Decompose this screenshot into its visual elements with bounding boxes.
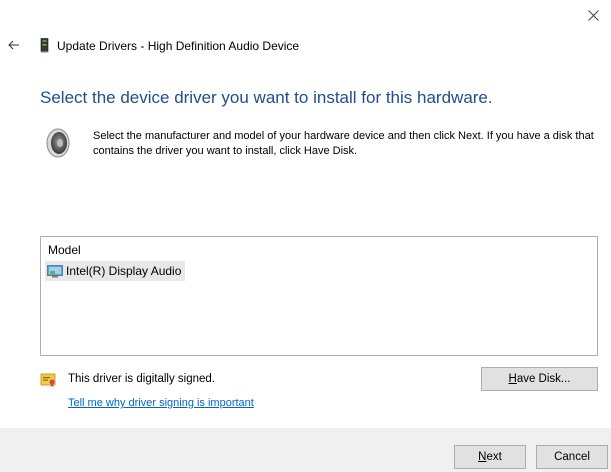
close-button[interactable] [581, 4, 605, 26]
have-disk-label: ave Disk... [516, 373, 571, 385]
display-audio-icon [47, 265, 63, 278]
list-item-label: Intel(R) Display Audio [66, 264, 182, 278]
driver-signed-status: This driver is digitally signed. [68, 373, 216, 385]
digital-signature-icon [40, 373, 56, 387]
next-mnemonic: N [478, 451, 487, 463]
cancel-button[interactable]: Cancel [536, 445, 608, 469]
driver-signing-info-link[interactable]: Tell me why driver signing is important [68, 397, 254, 409]
audio-device-icon [40, 38, 49, 53]
page-heading: Select the device driver you want to ins… [40, 88, 493, 107]
have-disk-mnemonic: H [508, 373, 517, 385]
model-listbox[interactable]: Model Intel(R) Display Audio [40, 236, 598, 356]
next-button[interactable]: Next [454, 445, 526, 469]
close-icon [587, 9, 599, 21]
model-column-header: Model [48, 243, 81, 257]
back-button[interactable] [6, 37, 22, 53]
back-arrow-icon [8, 40, 19, 50]
speaker-icon [46, 128, 70, 158]
next-label: ext [486, 451, 502, 463]
instruction-text: Select the manufacturer and model of you… [93, 130, 594, 157]
have-disk-button[interactable]: Have Disk... [481, 367, 598, 391]
window-title-bar: Update Drivers - High Definition Audio D… [40, 38, 299, 53]
list-item[interactable]: Intel(R) Display Audio [45, 261, 186, 281]
window-title: Update Drivers - High Definition Audio D… [57, 38, 300, 53]
